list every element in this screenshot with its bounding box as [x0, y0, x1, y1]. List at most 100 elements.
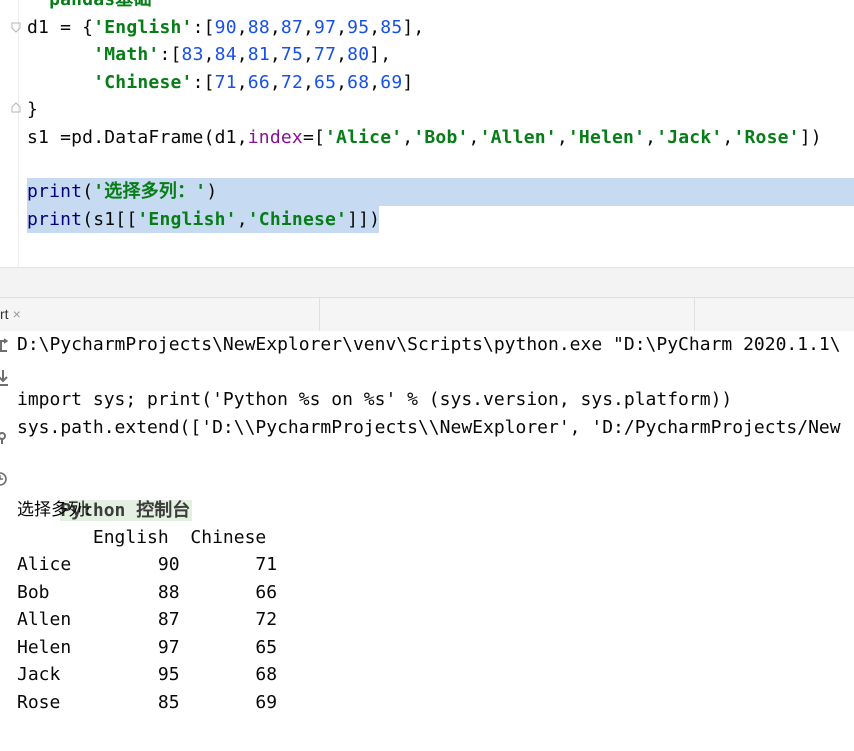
settings-icon[interactable]	[0, 431, 8, 449]
code-token: ,	[203, 44, 215, 65]
code-token: 72	[280, 72, 303, 93]
code-token: 'Chinese'	[247, 209, 348, 230]
code-token: ,	[269, 72, 281, 93]
chinese-cell: 71	[179, 554, 278, 575]
code-token: 71	[214, 72, 237, 93]
code-line: d1 = {'English':[90,88,87,97,95,85],	[27, 14, 424, 41]
table-row: Alice 90 71	[17, 551, 277, 579]
chinese-cell: 66	[179, 581, 278, 603]
close-tab-icon[interactable]: ×	[13, 306, 21, 322]
console-prompt-banner: Python 控制台	[17, 469, 193, 521]
code-token: s1 =pd.DataFrame(d1,	[27, 127, 248, 148]
console-tab-bar: rt ×	[0, 297, 854, 332]
chinese-cell: 72	[179, 609, 278, 631]
code-token: index	[247, 127, 303, 148]
code-token: }	[27, 99, 39, 120]
code-token: ,	[722, 127, 734, 148]
code-token: )	[206, 181, 218, 202]
code-line: 'Math':[83,84,81,75,77,80],	[27, 41, 391, 68]
table-header: English Chinese	[17, 527, 267, 548]
stop-icon[interactable]	[0, 369, 8, 387]
code-token: ,	[336, 17, 348, 38]
code-token: 'Math'	[93, 44, 160, 65]
code-token: :[	[192, 17, 215, 38]
code-token: 66	[247, 72, 270, 93]
code-token: 97	[314, 17, 337, 38]
row-index-label: Jack	[17, 664, 83, 686]
console-tab-label: rt	[0, 306, 9, 322]
code-token: ,	[468, 127, 480, 148]
code-editor[interactable]: pandas基础d1 = {'English':[90,88,87,97,95,…	[0, 0, 854, 267]
code-token: 'English'	[137, 209, 237, 230]
console-tab[interactable]: rt ×	[0, 298, 27, 331]
rerun-icon[interactable]	[0, 338, 9, 356]
code-token: ,	[302, 72, 315, 93]
english-cell: 97	[82, 636, 180, 658]
code-line: s1 =pd.DataFrame(d1,index=['Alice','Bob'…	[27, 124, 822, 151]
table-row: Jack 95 68	[17, 661, 277, 689]
code-token: ,	[269, 17, 281, 38]
code-token: ,	[402, 127, 414, 148]
english-cell: 90	[82, 554, 180, 575]
fold-open-icon[interactable]	[11, 22, 21, 33]
code-token: 'Chinese'	[93, 72, 193, 93]
code-token: 68	[347, 72, 370, 93]
code-token: =[	[302, 127, 326, 148]
code-token: 'Helen'	[567, 127, 646, 148]
code-line: print('选择多列：')	[27, 178, 217, 205]
code-token: 83	[181, 44, 204, 65]
code-token: 'Allen'	[479, 127, 557, 148]
table-row: Bob 88 66	[17, 579, 277, 607]
code-token: 85	[380, 17, 403, 38]
code-line: pandas基础	[27, 0, 152, 13]
code-token: pandas基础	[49, 0, 152, 10]
fold-close-icon[interactable]	[11, 102, 21, 113]
code-token: 65	[314, 72, 337, 93]
row-index-label: Bob	[17, 581, 83, 603]
english-cell: 88	[82, 581, 180, 603]
command-line: D:\PycharmProjects\NewExplorer\venv\Scri…	[17, 334, 841, 355]
history-icon[interactable]	[0, 471, 8, 489]
code-token: 'English'	[93, 17, 193, 38]
code-token: (s1[[	[82, 209, 138, 230]
code-token: ]])	[347, 209, 381, 230]
python-console[interactable]: D:\PycharmProjects\NewExplorer\venv\Scri…	[0, 331, 854, 751]
print-output-label: 选择多列:	[17, 500, 91, 520]
code-token: print	[27, 181, 83, 202]
code-token: 90	[214, 17, 237, 38]
code-token: ,	[236, 209, 248, 230]
chinese-cell: 65	[179, 636, 278, 658]
code-token: ])	[799, 127, 822, 148]
english-cell: 85	[82, 692, 180, 713]
chinese-cell: 68	[179, 664, 278, 686]
code-line: }	[27, 96, 38, 123]
code-token: ,	[369, 72, 381, 93]
row-index-label: Helen	[17, 636, 83, 658]
code-token: ,	[236, 17, 248, 38]
code-token: ,	[303, 44, 315, 65]
code-token: 'Rose'	[733, 127, 800, 148]
import-line: import sys; print('Python %s on %s' % (s…	[17, 389, 733, 410]
code-token: ,	[269, 44, 281, 65]
code-token: ],	[369, 44, 392, 65]
code-token: (	[82, 181, 94, 202]
row-index-label: Allen	[17, 609, 83, 631]
code-token: 95	[347, 17, 370, 38]
code-token: ,	[236, 44, 248, 65]
code-token: d1 = {	[27, 17, 94, 38]
code-token: 87	[280, 17, 303, 38]
code-token: ,	[302, 17, 315, 38]
row-index-label: Alice	[17, 554, 83, 575]
code-token: :[	[192, 72, 215, 93]
code-line: print(s1[['English','Chinese']])	[27, 206, 380, 233]
code-token: 80	[347, 44, 370, 65]
path-extend-line: sys.path.extend(['D:\\PycharmProjects\\N…	[17, 417, 841, 438]
row-index-label: Rose	[17, 692, 83, 713]
code-token: 88	[247, 17, 270, 38]
editor-panel-separator[interactable]	[0, 267, 854, 298]
code-token: 75	[280, 44, 303, 65]
code-token: ]	[402, 72, 414, 93]
code-token: 'Bob'	[413, 127, 469, 148]
